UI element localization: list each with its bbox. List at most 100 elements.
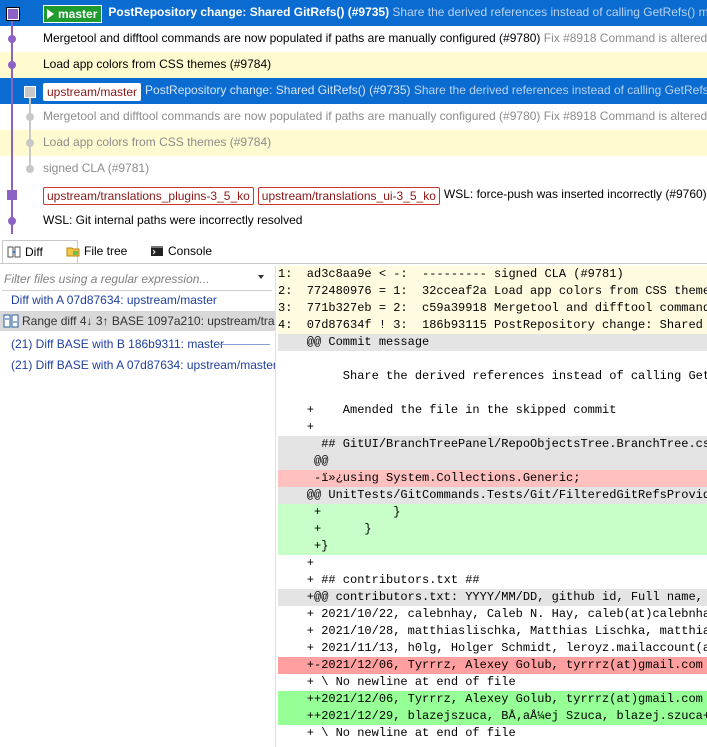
commit-text: upstream/master PostRepository change: Sh… [43,83,707,101]
diff-line: @@ [278,453,707,470]
commit-row[interactable]: WSL: Git internal paths were incorrectly… [0,208,707,234]
commit-subject: WSL: force-push was inserted incorrectly… [443,187,707,201]
diff-line: @@ UnitTests/GitCommands.Tests/Git/Filte… [278,487,707,504]
diff-line: +-2021/12/06, Tyrrrz, Alexey Golub, tyrr… [278,657,707,674]
list-item-label: (21) Diff BASE with B 186b9311: master [11,337,224,351]
diff-line: ## GitUI/BranchTreePanel/RepoObjectsTree… [278,436,707,453]
tab-strip: Diff File tree Console [0,238,707,264]
list-item-label: Range diff 4↓ 3↑ BASE 1097a210: upstream… [22,314,275,328]
graph-lane [11,156,13,182]
ref-label[interactable]: upstream/translations_plugins-3_5_ko [43,187,254,205]
filter-input[interactable]: Filter files using a regular expression.… [4,270,258,288]
diff-line: + } [278,521,707,538]
diff-line: +@@ contributors.txt: YYYY/MM/DD, github… [278,589,707,606]
commit-body: Share the derived references instead of … [410,83,707,97]
diff-viewer[interactable]: 1: ad3c8aa9e < -: --------- signed CLA (… [278,266,707,747]
commit-subject: Load app colors from CSS themes (#9784) [43,57,272,71]
list-item-diff-base-b[interactable]: (21) Diff BASE with B 186b9311: master [11,334,224,354]
diff-line: + [278,556,315,570]
list-item-range-diff[interactable]: Range diff 4↓ 3↑ BASE 1097a210: upstream… [0,311,275,331]
commit-text: master PostRepository change: Shared GitR… [43,5,707,23]
commit-body: Share the derived references instead of … [389,5,707,19]
commit-row[interactable]: signed CLA (#9781) [0,156,707,182]
commit-text: WSL: Git internal paths were incorrectly… [43,213,302,227]
play-arrow-icon [47,9,54,19]
branch-label-master[interactable]: master [43,5,103,23]
commit-body: Fix #8918 Command is altered [540,31,707,45]
graph-lane [11,130,13,156]
commit-text: Mergetool and difftool commands are now … [43,31,707,45]
console-icon [151,246,163,256]
branch-name: master [58,7,98,21]
diff-line: 1: ad3c8aa9e < -: --------- signed CLA (… [278,266,707,283]
diff-line: ++2021/12/29, blazejszuca, BÅ‚aÅ¼ej Szuc… [278,708,707,725]
commit-text: upstream/translations_plugins-3_5_ko upst… [43,187,707,205]
commit-node [24,86,36,98]
tab-console[interactable]: Console [146,240,240,262]
diff-icon [7,246,21,258]
diff-line: + \ No newline at end of file [278,675,516,689]
diff-line: 2: 772480976 = 1: 32cceaf2a Load app col… [278,283,707,300]
commit-row[interactable]: Mergetool and difftool commands are now … [0,26,707,52]
commit-subject: Load app colors from CSS themes (#9784) [43,135,272,149]
commit-subject: Mergetool and difftool commands are now … [43,31,541,45]
commit-row[interactable]: master PostRepository change: Shared GitR… [0,0,707,26]
diff-line: + \ No newline at end of file [278,726,516,740]
diff-line: + } [278,504,707,521]
commit-node [26,165,34,173]
diff-line: +} [278,538,707,555]
revision-grid[interactable]: master PostRepository change: Shared GitR… [0,0,707,234]
commit-node [6,7,20,21]
commit-row[interactable]: upstream/translations_plugins-3_5_ko upst… [0,182,707,208]
commit-node [8,217,16,225]
commit-text: Load app colors from CSS themes (#9784) [43,57,271,71]
commit-node [26,113,34,121]
diff-line: + 2021/11/13, h0lg, Holger Schmidt, lero… [306,641,707,655]
diff-line: + [278,420,315,434]
list-item-separator [218,344,270,345]
tab-file-tree[interactable]: File tree [62,240,156,262]
commit-node [8,35,16,43]
commit-subject: PostRepository change: Shared GitRefs() … [108,5,390,19]
commit-text: Mergetool and difftool commands are now … [43,109,707,123]
diff-line: + ## contributors.txt ## [278,573,480,587]
commit-row[interactable]: Load app colors from CSS themes (#9784) [0,130,707,156]
commit-row[interactable]: upstream/master PostRepository change: Sh… [0,78,707,104]
diff-line: + 2021/10/28, matthiaslischka, Matthias … [306,624,707,638]
file-list-panel: Filter files using a regular expression.… [0,266,275,747]
list-item-label: Diff with A 07d87634: upstream/master [11,293,217,307]
range-diff-icon [3,314,19,328]
commit-row[interactable]: Load app colors from CSS themes (#9784) [0,52,707,78]
commit-row[interactable]: Mergetool and difftool commands are now … [0,104,707,130]
diff-line: + 2021/10/22, calebnhay, Caleb N. Hay, c… [278,607,707,621]
diff-line: ++2021/12/06, Tyrrrz, Alexey Golub, tyrr… [278,691,707,708]
graph-lane [11,104,13,130]
commit-node [26,139,34,147]
panel-splitter[interactable] [275,266,276,747]
commit-subject: PostRepository change: Shared GitRefs() … [145,83,411,97]
commit-text: Load app colors from CSS themes (#9784) [43,135,271,149]
diff-line: 3: 771b327eb = 2: c59a39918 Mergetool an… [278,300,707,317]
commit-subject: Mergetool and difftool commands are now … [43,109,541,123]
list-item-label: (21) Diff BASE with A 07d87634: upstream… [11,358,275,372]
commit-node [8,61,16,69]
commit-node [7,190,17,200]
diff-line: Share the derived references instead of … [342,369,707,383]
list-item-diff-a[interactable]: Diff with A 07d87634: upstream/master [11,290,217,310]
commit-subject: WSL: Git internal paths were incorrectly… [43,213,303,227]
tab-console-label: Console [168,244,213,258]
graph-lane [11,78,13,104]
tab-file-tree-label: File tree [84,244,128,258]
commit-body: Fix #8918 Command is altered [540,109,707,123]
commit-subject: signed CLA (#9781) [43,161,150,175]
diff-line: -ï»¿using System.Collections.Generic; [278,470,707,487]
ref-label[interactable]: upstream/translations_ui-3_5_ko [257,187,440,205]
tab-diff-label: Diff [25,245,43,259]
diff-line: + Amended the file in the skipped commit [278,403,617,417]
filter-dropdown-arrow-icon[interactable] [258,275,264,279]
file-tree-icon [66,247,80,257]
diff-line: 4: 07d87634f ! 3: 186b93115 PostReposito… [278,317,707,334]
diff-line [278,385,707,402]
ref-label[interactable]: upstream/master [43,83,142,101]
list-item-diff-base-a[interactable]: (21) Diff BASE with A 07d87634: upstream… [11,355,275,375]
